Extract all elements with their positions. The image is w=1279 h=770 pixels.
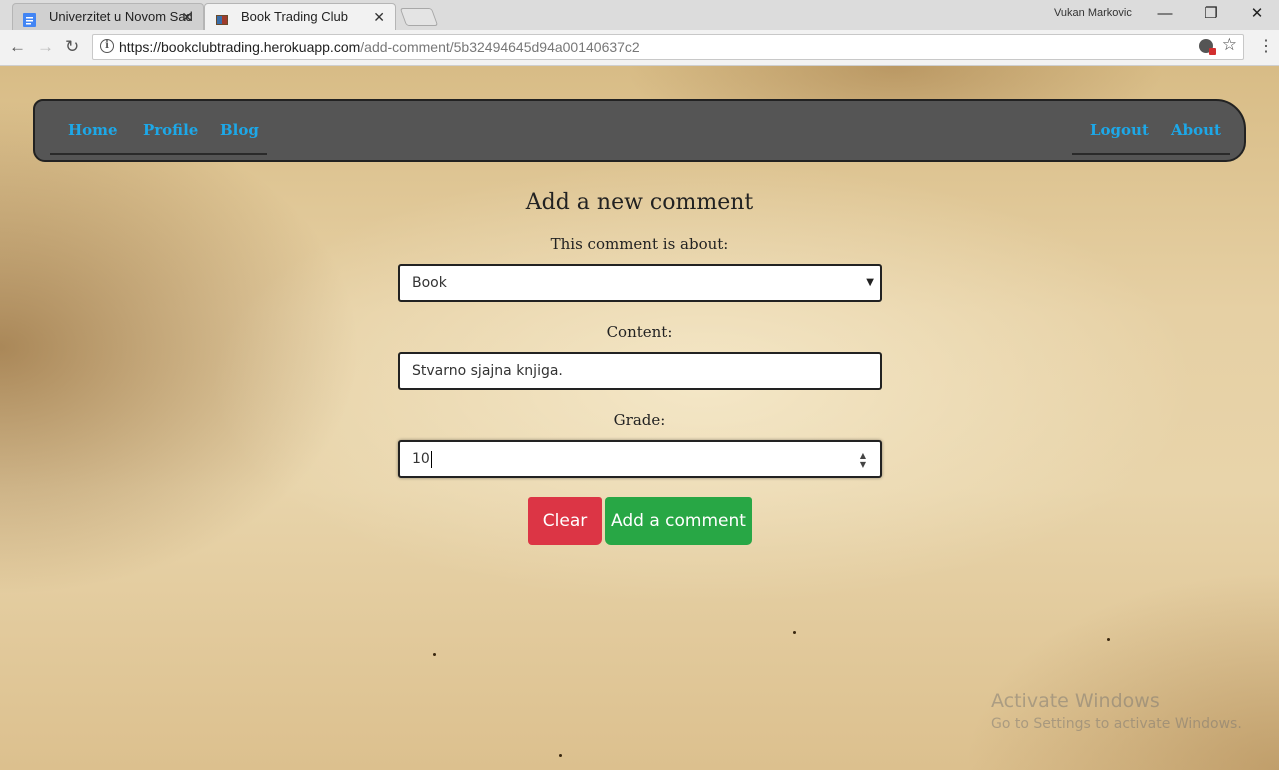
window-close-button[interactable]: ✕ <box>1243 4 1271 24</box>
content-label: Content: <box>606 323 673 341</box>
paper-speck <box>793 631 796 634</box>
text-caret <box>430 450 432 468</box>
number-spinner-icon[interactable]: ▲ ▼ <box>858 451 868 469</box>
clear-button[interactable]: Clear <box>528 497 602 545</box>
tab-book-trading-club[interactable]: Book Trading Club ✕ <box>204 3 396 30</box>
minimize-button[interactable]: — <box>1151 4 1179 24</box>
menu-dots-icon[interactable]: ⋮ <box>1258 36 1274 58</box>
info-icon[interactable]: i <box>100 39 114 53</box>
nav-blog[interactable]: Blog <box>220 121 259 139</box>
activate-windows-subtitle: Go to Settings to activate Windows. <box>991 716 1242 732</box>
address-bar[interactable]: i https://bookclubtrading.herokuapp.com/… <box>92 34 1244 60</box>
close-icon[interactable]: ✕ <box>181 4 193 30</box>
grade-input-value: 10 <box>412 451 430 467</box>
new-tab-button[interactable] <box>399 8 439 26</box>
add-comment-button[interactable]: Add a comment <box>605 497 752 545</box>
about-select-value: Book <box>412 275 447 291</box>
nav-home[interactable]: Home <box>68 121 118 139</box>
nav-about[interactable]: About <box>1171 121 1221 139</box>
extension-icon[interactable] <box>1199 39 1216 55</box>
nav-divider <box>1072 153 1230 155</box>
book-icon <box>215 10 228 25</box>
tab-title: Book Trading Club <box>241 9 348 24</box>
page-title: Add a new comment <box>525 190 754 215</box>
url-host: https://bookclubtrading.herokuapp.com <box>119 39 361 55</box>
paper-speck <box>433 653 436 656</box>
document-icon <box>23 10 36 27</box>
navbar: Home Profile Blog Logout About <box>33 99 1246 162</box>
forward-arrow-icon[interactable]: → <box>37 36 54 58</box>
paper-speck <box>1107 638 1110 641</box>
about-label: This comment is about: <box>550 235 729 253</box>
bookmark-star-icon[interactable]: ☆ <box>1222 35 1237 55</box>
nav-divider <box>50 153 267 155</box>
paper-speck <box>559 754 562 757</box>
dropdown-arrow-icon: ▼ <box>866 277 874 288</box>
content-input[interactable]: Stvarno sjajna knjiga. <box>398 352 882 390</box>
browser-tabstrip: Univerzitet u Novom Sad ✕ Book Trading C… <box>0 0 1279 30</box>
content-input-value: Stvarno sjajna knjiga. <box>412 363 563 379</box>
nav-logout[interactable]: Logout <box>1090 121 1149 139</box>
page-body: Home Profile Blog Logout About Add a new… <box>0 66 1279 770</box>
url-path: /add-comment/5b32494645d94a00140637c2 <box>360 39 640 55</box>
about-select[interactable]: Book ▼ <box>398 264 882 302</box>
tab-univerzitet[interactable]: Univerzitet u Novom Sad ✕ <box>12 3 204 30</box>
close-icon[interactable]: ✕ <box>373 4 385 30</box>
grade-input[interactable]: 10 ▲ ▼ <box>398 440 882 478</box>
tab-title: Univerzitet u Novom Sad <box>49 9 193 24</box>
grade-label: Grade: <box>613 411 666 429</box>
back-arrow-icon[interactable]: ← <box>9 36 26 58</box>
restore-button[interactable]: ❐ <box>1197 4 1225 24</box>
nav-profile[interactable]: Profile <box>143 121 198 139</box>
reload-icon[interactable]: ↻ <box>65 36 79 58</box>
profile-name[interactable]: Vukan Markovic <box>1054 7 1132 19</box>
url-text[interactable]: https://bookclubtrading.herokuapp.com/ad… <box>119 39 640 55</box>
activate-windows-title: Activate Windows <box>991 690 1160 712</box>
browser-toolbar: ← → ↻ i https://bookclubtrading.herokuap… <box>0 30 1279 66</box>
